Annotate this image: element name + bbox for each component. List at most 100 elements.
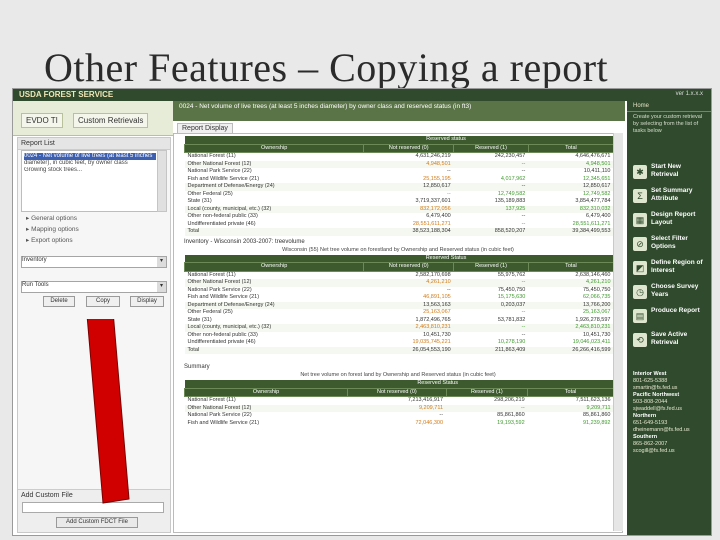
contact-line: 503-808-2044	[633, 399, 668, 405]
contact-line: sjwaddell@fs.fed.us	[633, 406, 682, 412]
column-header: Not reserved (0)	[363, 262, 455, 272]
table-cell: Other Federal (25)	[187, 309, 233, 315]
delete-button[interactable]: Delete	[43, 296, 75, 307]
table-row: Other National Forest (12) 4,261,210 -- 4,2…	[184, 279, 614, 287]
task-select-filter-options[interactable]: ⊘ Select Filter Options	[633, 235, 707, 253]
table-row: National Park Service (22) -- -- 10,411,110	[185, 168, 614, 176]
report-scrollbar[interactable]	[613, 133, 623, 531]
task-save-active-retrieval[interactable]: ⟲ Save Active Retrieval	[633, 331, 707, 349]
table-cell: 135,189,883	[494, 198, 526, 204]
mapping-options-item[interactable]: ▸ Mapping options	[26, 225, 79, 233]
app-window: USDA FOREST SERVICE ver 1.x.x.x EVDO TI …	[12, 88, 712, 536]
tools-select[interactable]: Run Tools ▾	[21, 281, 167, 293]
list-item[interactable]: 0024 - Net volume of live trees (at leas…	[24, 153, 156, 160]
table-cell: National Park Service (22)	[187, 412, 252, 418]
table-cell: Total	[187, 346, 200, 353]
table-cell: 26,266,416,599	[572, 346, 611, 353]
task-produce-report[interactable]: ▤ Produce Report	[633, 307, 707, 325]
inventory-select[interactable]: Inventory ▾	[21, 256, 167, 268]
report-list[interactable]: 0024 - Net volume of live trees (at leas…	[21, 150, 159, 212]
task-start-new-retrieval[interactable]: ✱ Start New Retrieval	[633, 163, 707, 181]
table-row: Department of Defense/Energy (24) 12,850,…	[184, 183, 614, 191]
table-cell: 4,017,962	[500, 175, 526, 182]
tasks-description: Create your custom retrieval by selectin…	[633, 114, 703, 134]
task-set-summary-attribute[interactable]: Σ Set Summary Attribute	[633, 187, 707, 205]
table-cell: 85,861,860	[582, 412, 611, 418]
table-cell: State (31)	[187, 198, 212, 204]
table-cell: 1,926,278,597	[575, 316, 611, 323]
table-cell: 75,450,750	[497, 286, 526, 293]
table-cell: 12,850,617	[423, 183, 451, 189]
table-cell: 0,203,037	[500, 301, 526, 308]
table-cell: 2,463,810,231	[575, 324, 611, 330]
table-cell: Other Federal (25)	[187, 190, 233, 197]
table-cell: 2,582,170,698	[415, 271, 451, 278]
table-row: Fish and Wildlife Service (21) 25,155,195…	[185, 176, 614, 184]
table-cell: Local (county, municipal, etc.) (32)	[187, 205, 272, 212]
copy-button[interactable]: Copy	[86, 296, 120, 307]
table-cell: Other non-federal public (33)	[187, 213, 258, 219]
list-item[interactable]: Growing stock trees...	[24, 167, 156, 174]
table-cell: 6,479,400	[426, 213, 451, 219]
table-cell: 4,948,501	[426, 160, 451, 167]
table-cell: 72,046,300	[415, 419, 444, 426]
table-cell: State (31)	[187, 316, 212, 323]
table-cell: --	[521, 309, 526, 315]
column-header: Reserved (1)	[453, 262, 529, 272]
tab-custom-retrievals[interactable]: Custom Retrievals	[73, 113, 149, 128]
inventory-heading: Inventory - Wisconsin 2003-2007: treevol…	[184, 238, 305, 245]
task-label: Produce Report	[651, 307, 700, 314]
list-scrollbar[interactable]	[157, 150, 167, 212]
version-label: ver 1.x.x.x	[675, 91, 703, 97]
task-label: Design Report Layout	[651, 211, 696, 226]
column-header: Not reserved (0)	[363, 143, 455, 153]
export-options-item[interactable]: ▸ Export options	[26, 236, 79, 244]
table-row: National Park Service (22) -- 85,861,860 85…	[185, 412, 614, 420]
table-row: Total 26,054,553,190 211,863,409 26,266,416…	[184, 346, 614, 354]
table-cell: Local (county, municipal, etc.) (32)	[187, 324, 272, 330]
task-define-region-of-interest[interactable]: ◩ Define Region of Interest	[633, 259, 707, 277]
table-cell: 10,411,110	[583, 168, 611, 174]
table-cell: 7,213,416,917	[407, 397, 444, 403]
table-cell: National Park Service (22)	[187, 168, 252, 174]
table-cell: National Forest (11)	[187, 153, 236, 159]
table-cell: Total	[187, 228, 200, 234]
table-cell: 298,206,219	[494, 397, 525, 403]
table-cell: 10,451,730	[423, 331, 451, 338]
task-icon: ◩	[633, 261, 647, 275]
table-cell: --	[521, 324, 526, 330]
column-header: Ownership	[183, 387, 349, 397]
list-item[interactable]: diameter), in cubic feet, by owner class	[24, 160, 156, 167]
display-button[interactable]: Display	[130, 296, 164, 307]
table-cell: National Park Service (22)	[187, 286, 252, 293]
tab-evdo[interactable]: EVDO TI	[21, 113, 63, 128]
options-list: ▸ General options ▸ Mapping options ▸ Ex…	[26, 214, 79, 247]
column-header: Reserved (1)	[453, 143, 529, 153]
table-row: National Forest (11) 7,213,416,917 298,206…	[185, 397, 614, 405]
task-choose-survey-years[interactable]: ◷ Choose Survey Years	[633, 283, 707, 301]
column-header: Total	[527, 387, 614, 397]
table-cell: --	[521, 183, 526, 189]
column-header: Total	[527, 143, 615, 153]
report-table-3: Reserved Status Ownership Not reserved (0)…	[183, 380, 614, 428]
task-icon: ✱	[633, 165, 647, 179]
table-cell: Undifferentiated private (46)	[187, 220, 256, 227]
home-link[interactable]: Home	[627, 101, 711, 112]
table-cell: 13,766,200	[582, 301, 611, 308]
top-banner: USDA FOREST SERVICE ver 1.x.x.x	[13, 89, 711, 101]
table-row: Fish and Wildlife Service (21) 72,046,300…	[185, 420, 614, 428]
table-cell: 4,631,246,219	[415, 153, 451, 159]
task-design-report-layout[interactable]: ▦ Design Report Layout	[633, 211, 707, 229]
table-cell: 53,781,832	[497, 316, 526, 323]
table-cell: 4,646,476,671	[575, 153, 611, 159]
table-cell: 4,948,501	[586, 160, 611, 167]
table-row: Other non-federal public (33) 6,479,400 --…	[185, 213, 614, 221]
general-options-item[interactable]: ▸ General options	[26, 214, 79, 222]
contact-region: Pacific Northwest	[633, 392, 680, 398]
table-cell: 28,551,611,271	[412, 220, 451, 227]
table-cell: Fish and Wildlife Service (21)	[187, 419, 260, 426]
task-label: Define Region of Interest	[651, 259, 703, 274]
table-cell: --	[521, 279, 526, 285]
table-cell: National Forest (11)	[187, 271, 236, 278]
table-cell: 46,891,105	[423, 294, 451, 300]
